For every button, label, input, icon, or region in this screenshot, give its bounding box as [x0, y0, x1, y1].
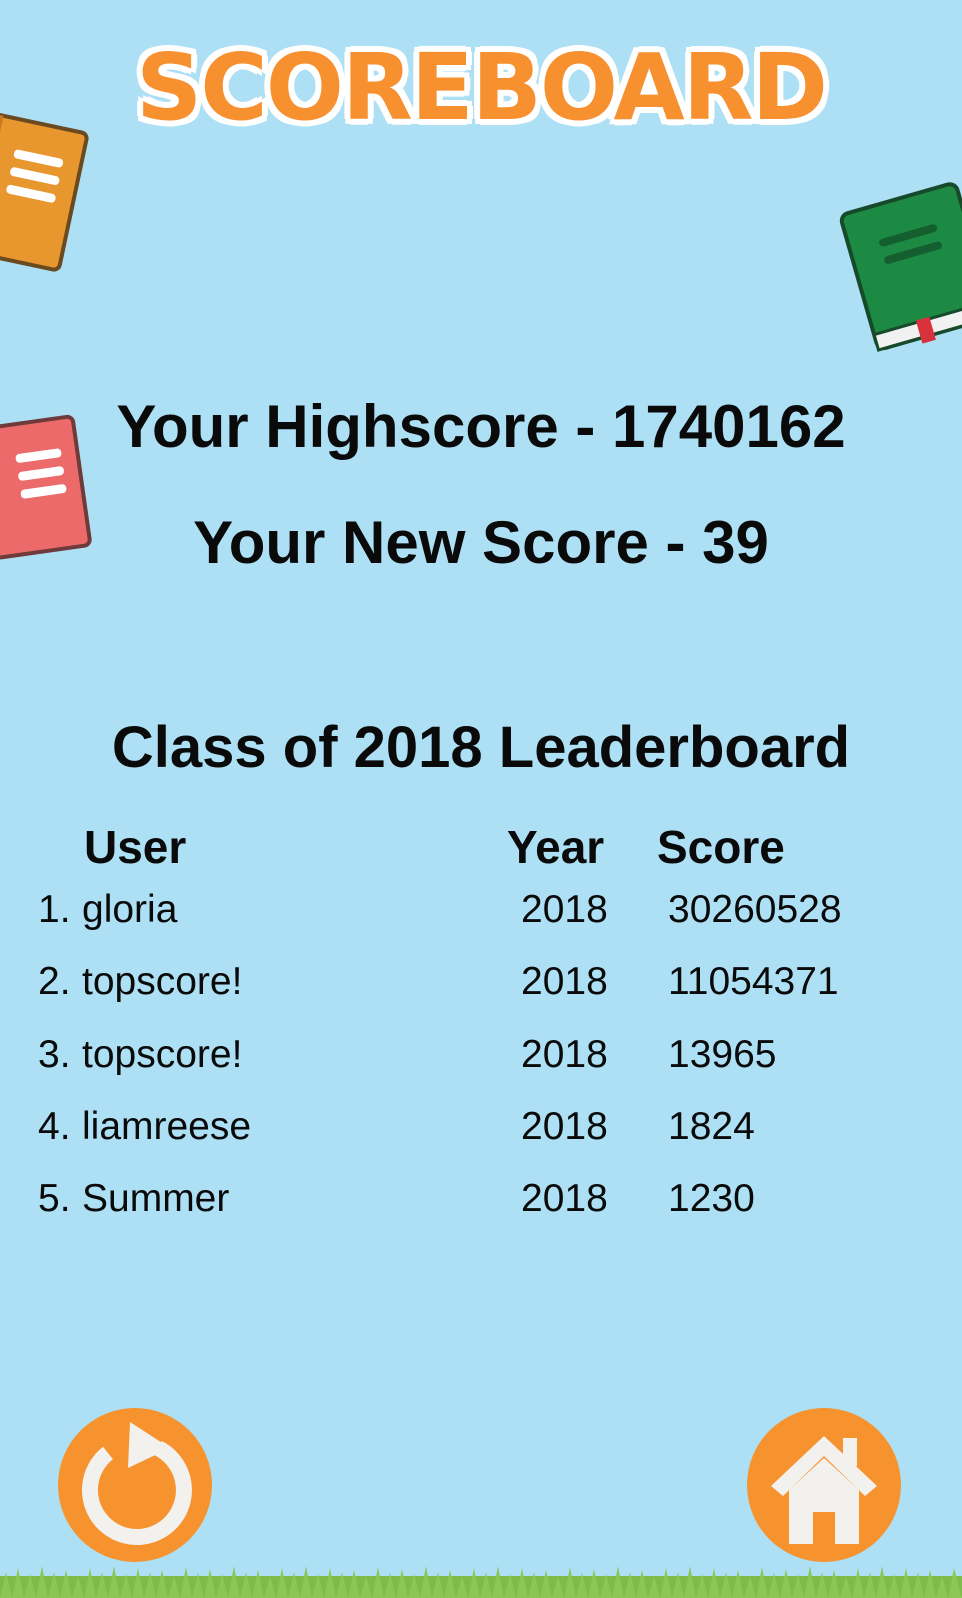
scoreboard-screen: SCOREBOARD Your Highscore - 1740162 Your… — [0, 0, 962, 1598]
row-year: 2018 — [521, 1033, 608, 1076]
row-year: 2018 — [521, 888, 608, 931]
row-year: 2018 — [521, 960, 608, 1003]
home-icon — [771, 1436, 877, 1544]
new-score-text: Your New Score - 39 — [193, 509, 769, 576]
row-user: topscore! — [82, 960, 243, 1003]
leaderboard-row: 2. topscore! 2018 11054371 — [0, 960, 962, 1020]
row-user: liamreese — [82, 1105, 252, 1148]
leaderboard-title: Class of 2018 Leaderboard — [111, 715, 851, 780]
home-button[interactable] — [747, 1408, 901, 1562]
row-user: topscore! — [82, 1033, 243, 1076]
row-year: 2018 — [521, 1105, 608, 1148]
row-year: 2018 — [521, 1177, 608, 1220]
green-book-icon — [839, 182, 962, 352]
row-score: 30260528 — [668, 888, 842, 931]
highscore-text: Your Highscore - 1740162 — [116, 393, 846, 460]
row-rank: 2. — [38, 960, 71, 1003]
orange-book-icon — [0, 112, 89, 272]
row-rank: 5. — [38, 1177, 71, 1220]
column-header-user: User — [84, 821, 187, 873]
row-score: 13965 — [668, 1033, 777, 1076]
row-rank: 1. — [38, 888, 71, 931]
column-header-score: Score — [657, 821, 785, 873]
row-rank: 4. — [38, 1105, 71, 1148]
row-score: 1230 — [668, 1177, 755, 1220]
row-user: gloria — [82, 888, 178, 931]
leaderboard-row: 4. liamreese 2018 1824 — [0, 1105, 962, 1165]
row-rank: 3. — [38, 1033, 71, 1076]
leaderboard-row: 1. gloria 2018 30260528 — [0, 888, 962, 948]
grass-decoration — [0, 1566, 962, 1598]
leaderboard-row: 5. Summer 2018 1230 — [0, 1177, 962, 1237]
row-user: Summer — [82, 1177, 230, 1220]
restart-icon — [82, 1422, 192, 1545]
leaderboard-row: 3. topscore! 2018 13965 — [0, 1033, 962, 1093]
page-title: SCOREBOARD — [136, 34, 828, 141]
restart-button[interactable] — [58, 1408, 212, 1562]
row-score: 1824 — [668, 1105, 755, 1148]
column-header-year: Year — [507, 821, 605, 873]
row-score: 11054371 — [668, 960, 839, 1003]
